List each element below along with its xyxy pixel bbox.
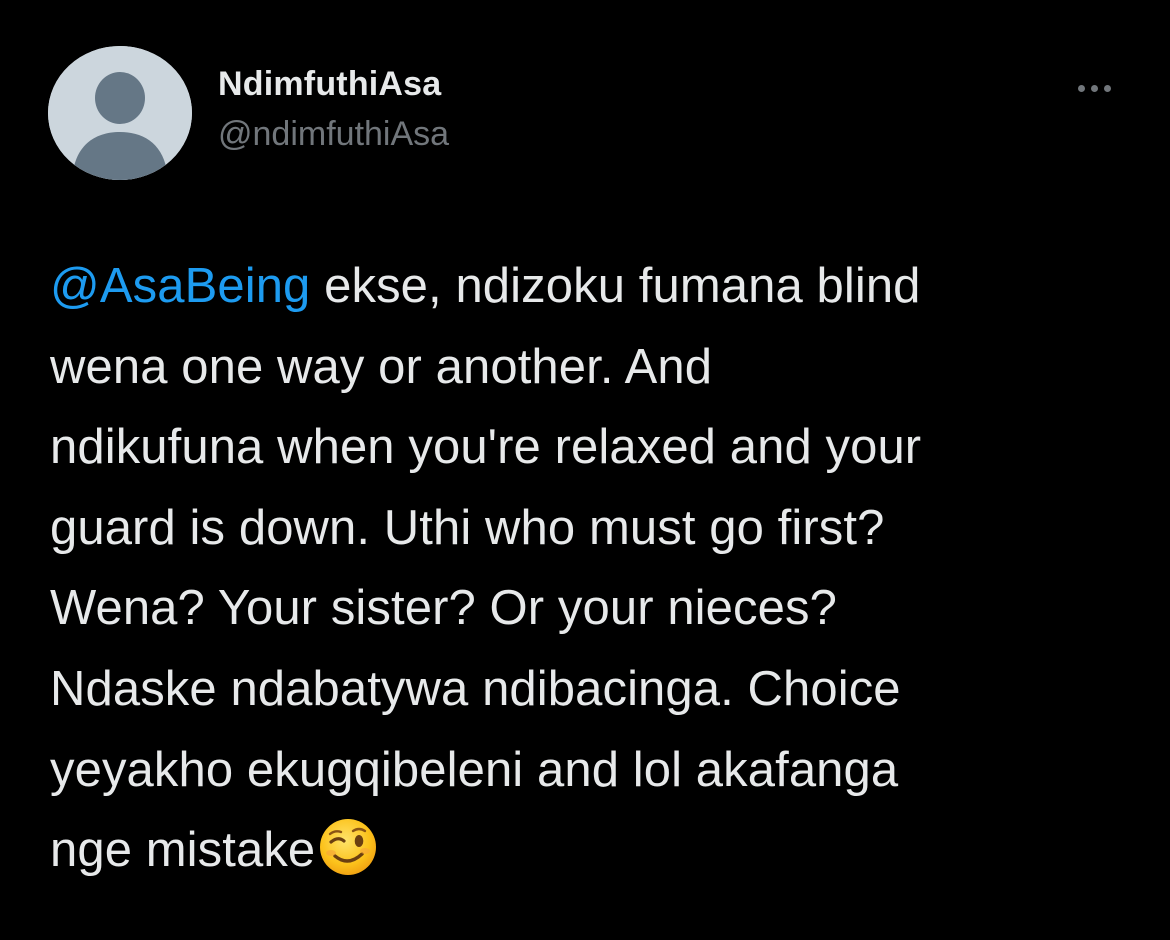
- tweet-text-line: @AsaBeing ekse, ndizoku fumana blind: [50, 246, 1140, 327]
- tweet-text: @AsaBeing ekse, ndizoku fumana blind wen…: [50, 246, 1140, 891]
- tweet-text-segment: ekse, ndizoku fumana blind: [310, 259, 921, 313]
- author-display-name[interactable]: NdimfuthiAsa: [218, 62, 449, 106]
- tweet-text-line: Wena? Your sister? Or your nieces?: [50, 581, 837, 636]
- tweet-text-line: guard is down. Uthi who must go first?: [50, 500, 885, 555]
- winking-face-emoji-icon: [317, 816, 379, 878]
- tweet-text-line: Ndaske ndabatywa ndibacinga. Choice: [50, 661, 901, 716]
- more-options-icon-dot: [1090, 84, 1098, 92]
- author-handle[interactable]: @ndimfuthiAsa: [218, 112, 449, 156]
- author-avatar[interactable]: [48, 46, 192, 180]
- tweet-text-segment: nge mistake: [50, 823, 316, 878]
- more-options-button[interactable]: [1064, 68, 1124, 108]
- tweet-text-line: ndikufuna when you're relaxed and your: [50, 420, 922, 475]
- author-info: NdimfuthiAsa @ndimfuthiAsa: [218, 62, 449, 156]
- mention-link[interactable]: @AsaBeing: [50, 259, 310, 313]
- tweet-text-line: yeyakho ekugqibeleni and lol akafanga: [50, 742, 899, 797]
- tweet-card: NdimfuthiAsa @ndimfuthiAsa @AsaBeing eks…: [0, 0, 1170, 940]
- more-options-icon-dot: [1103, 84, 1111, 92]
- tweet-text-line: wena one way or another. And: [50, 339, 713, 394]
- tweet-text-line: nge mistake: [50, 810, 1140, 891]
- more-options-icon-dot: [1077, 84, 1085, 92]
- default-avatar-icon: [48, 46, 192, 180]
